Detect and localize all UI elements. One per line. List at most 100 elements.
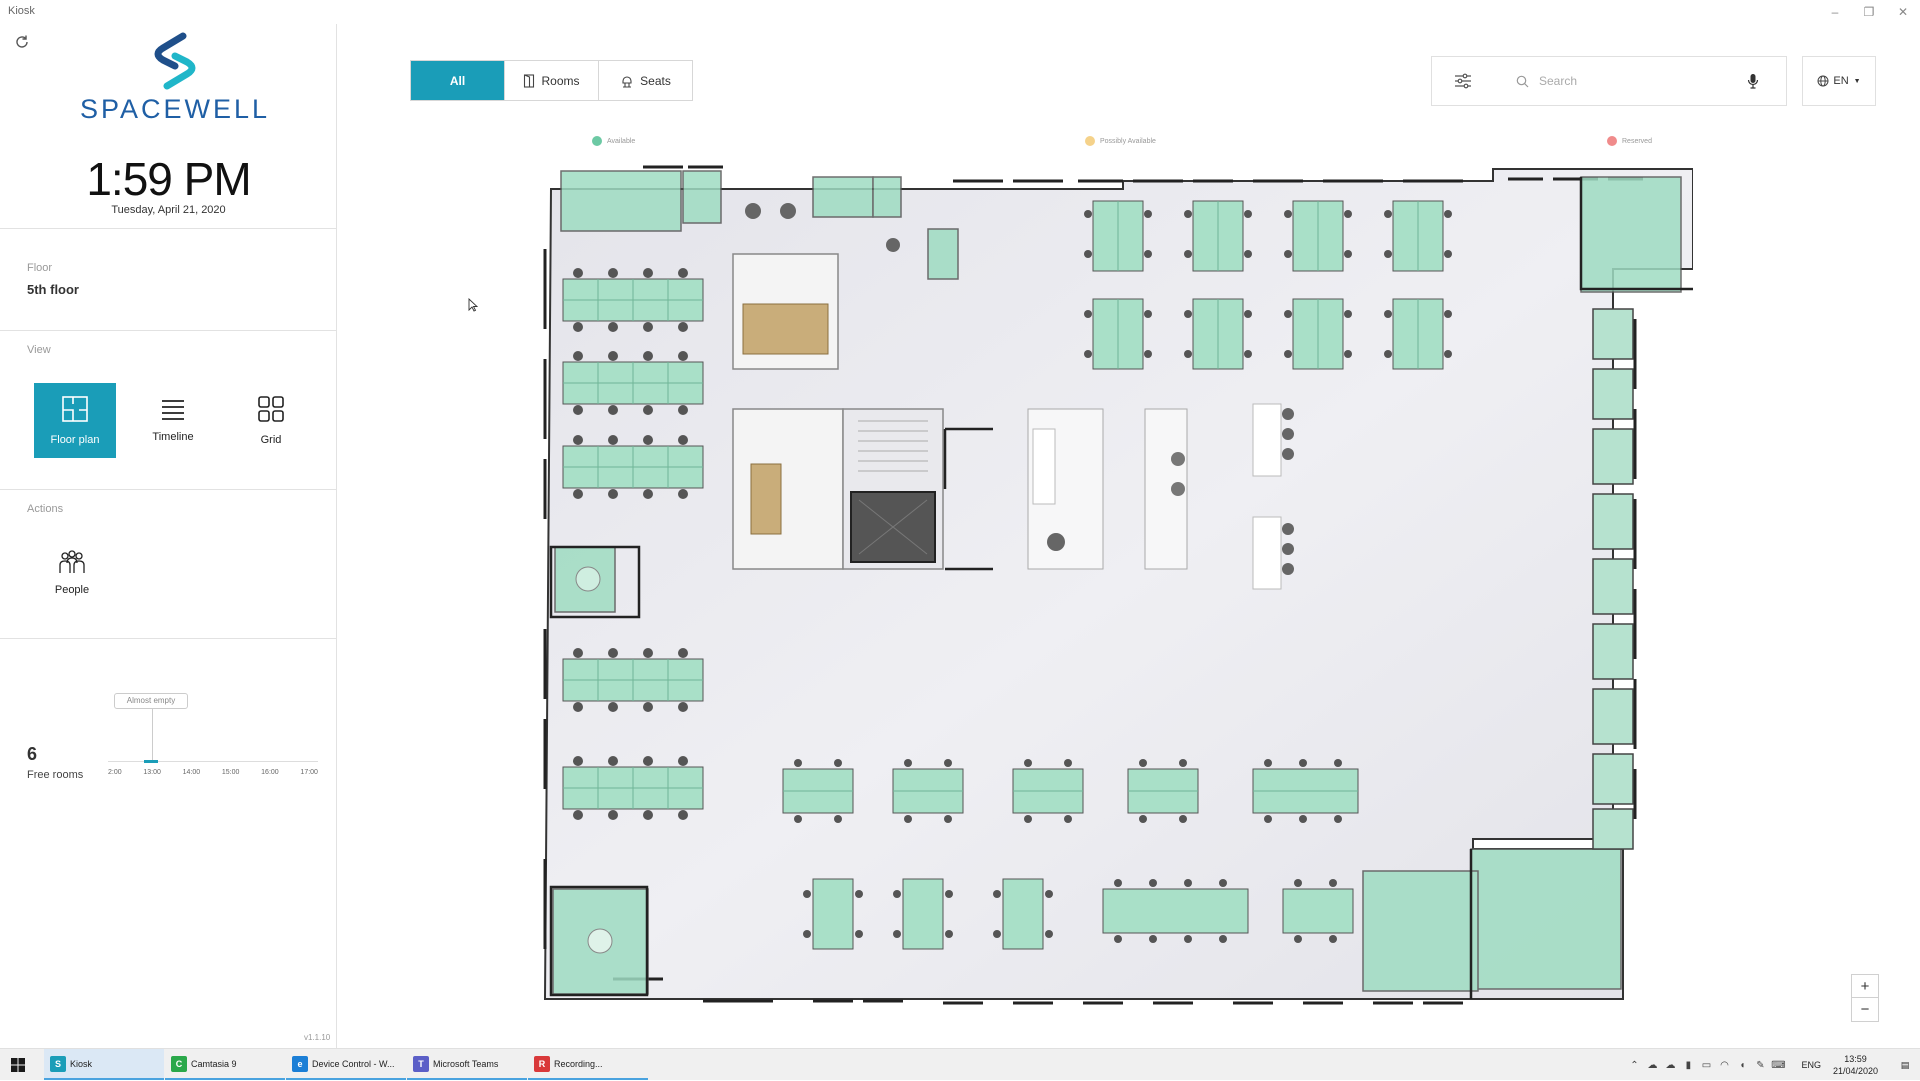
- room[interactable]: [1592, 308, 1634, 360]
- room[interactable]: [812, 176, 874, 218]
- occupancy-axis: [108, 761, 318, 762]
- room[interactable]: [560, 170, 682, 232]
- volume-icon[interactable]: ◖: [1733, 1060, 1751, 1071]
- input-language[interactable]: ENG: [1801, 1060, 1821, 1070]
- legend-available: Available: [592, 136, 635, 146]
- room[interactable]: [872, 176, 902, 218]
- room[interactable]: [1592, 493, 1634, 550]
- round-table: [575, 566, 601, 592]
- zoom-out-button[interactable]: −: [1852, 998, 1878, 1021]
- clock: 1:59 PM Tuesday, April 21, 2020: [0, 152, 337, 216]
- free-rooms-count: 6: [27, 744, 38, 764]
- taskbar: S Kiosk C Camtasia 9 e Device Control - …: [0, 1048, 1920, 1080]
- room[interactable]: [1592, 623, 1634, 680]
- chair: [745, 203, 761, 219]
- legend-possibly-available: Possibly Available: [1085, 136, 1156, 146]
- room[interactable]: [1580, 176, 1682, 293]
- room[interactable]: [1592, 428, 1634, 485]
- minimize-icon[interactable]: –: [1818, 0, 1852, 24]
- kiosk-app-icon: S: [50, 1055, 66, 1072]
- floor-plan-icon: [61, 395, 89, 426]
- room[interactable]: [1362, 870, 1479, 992]
- tick-label: 17:00: [300, 769, 318, 776]
- occupancy-mini-chart: Almost empty 2:00 13:00 14:00 15:00 16:0…: [108, 691, 318, 801]
- language-value: EN: [1833, 75, 1849, 87]
- cloud-sync-icon[interactable]: ☁: [1661, 1060, 1679, 1071]
- desk-bank[interactable]: [1282, 888, 1354, 934]
- filter-button[interactable]: [1432, 57, 1494, 105]
- taskbar-date: 21/04/2020: [1832, 1066, 1878, 1076]
- zoom-in-button[interactable]: +: [1852, 975, 1878, 998]
- room[interactable]: [1592, 558, 1634, 615]
- microphone-icon[interactable]: [1747, 73, 1759, 89]
- room[interactable]: [1592, 753, 1634, 805]
- recording-app-icon: R: [534, 1055, 550, 1072]
- caret-down-icon: ▼: [1853, 77, 1861, 85]
- room[interactable]: [1592, 808, 1634, 850]
- occupancy-marker-line: [152, 709, 153, 761]
- filter-tabs: All Rooms Seats: [410, 60, 693, 101]
- legend-label: Available: [607, 137, 636, 145]
- restore-icon[interactable]: ❐: [1852, 0, 1886, 24]
- view-timeline-button[interactable]: Timeline: [132, 383, 214, 458]
- wifi-icon[interactable]: ◠: [1715, 1060, 1733, 1071]
- chair: [1047, 533, 1065, 551]
- tab-seats[interactable]: Seats: [599, 61, 692, 100]
- chevron-up-icon[interactable]: ⌃: [1625, 1060, 1643, 1071]
- view-label: View: [27, 344, 51, 356]
- language-selector[interactable]: EN ▼: [1802, 56, 1876, 106]
- battery-icon[interactable]: ▭: [1697, 1060, 1715, 1071]
- floor-value[interactable]: 5th floor: [27, 282, 79, 297]
- room[interactable]: [1592, 368, 1634, 420]
- tick-label: 16:00: [261, 769, 279, 776]
- divider: [0, 489, 337, 490]
- table: [1252, 516, 1282, 590]
- taskbar-item-camtasia[interactable]: C Camtasia 9: [165, 1049, 285, 1080]
- room[interactable]: [1592, 688, 1634, 745]
- legend-label: Possibly Available: [1100, 137, 1156, 145]
- desk-bank[interactable]: [812, 878, 854, 950]
- tick-label: 15:00: [221, 769, 240, 776]
- taskbar-item-recording[interactable]: R Recording...: [528, 1049, 648, 1080]
- search-bar: [1431, 56, 1787, 106]
- door-icon: [523, 73, 535, 88]
- tab-all[interactable]: All: [411, 61, 505, 100]
- view-switcher: Floor plan Timeline Grid: [34, 383, 328, 458]
- close-icon[interactable]: ✕: [1886, 0, 1920, 24]
- search-input[interactable]: [1539, 74, 1729, 88]
- keyboard-icon[interactable]: ⌨: [1769, 1060, 1787, 1071]
- taskbar-item-teams[interactable]: T Microsoft Teams: [407, 1049, 527, 1080]
- chair: [780, 203, 796, 219]
- taskbar-item-label: Microsoft Teams: [433, 1058, 499, 1069]
- pen-icon[interactable]: ✎: [1751, 1060, 1769, 1071]
- taskbar-item-kiosk[interactable]: S Kiosk: [44, 1049, 164, 1080]
- desk-bank[interactable]: [1102, 888, 1249, 934]
- floor-label: Floor: [27, 262, 53, 274]
- notification-icon[interactable]: ▤: [1890, 1060, 1920, 1071]
- taskbar-clock[interactable]: 13:59 21/04/2020: [1833, 1053, 1878, 1077]
- tab-rooms[interactable]: Rooms: [505, 61, 599, 100]
- floor-plan-map[interactable]: [533, 159, 1693, 1019]
- timeline-icon: [160, 398, 186, 423]
- taskbar-item-label: Device Control - W...: [312, 1058, 395, 1069]
- cloud-icon[interactable]: ☁: [1643, 1060, 1661, 1071]
- room[interactable]: [927, 228, 959, 280]
- legend-dot: [1607, 136, 1617, 146]
- microphone-tray-icon[interactable]: ▮: [1679, 1060, 1697, 1071]
- view-option-label: Timeline: [152, 431, 194, 443]
- view-grid-button[interactable]: Grid: [230, 383, 312, 458]
- room[interactable]: [682, 170, 722, 224]
- chair: [886, 238, 900, 252]
- divider: [0, 330, 337, 331]
- spacewell-logo: SPACEWELL: [75, 32, 275, 132]
- taskbar-item-edge[interactable]: e Device Control - W...: [286, 1049, 406, 1080]
- people-button[interactable]: People: [50, 549, 94, 596]
- room[interactable]: [1470, 848, 1622, 990]
- windows-start-icon[interactable]: [10, 1057, 26, 1078]
- refresh-icon[interactable]: [14, 34, 30, 50]
- view-floor-plan-button[interactable]: Floor plan: [34, 383, 116, 458]
- rooms-east: [1592, 308, 1634, 850]
- clock-date: Tuesday, April 21, 2020: [111, 204, 226, 216]
- desk-bank[interactable]: [1002, 878, 1044, 950]
- desk-bank[interactable]: [902, 878, 944, 950]
